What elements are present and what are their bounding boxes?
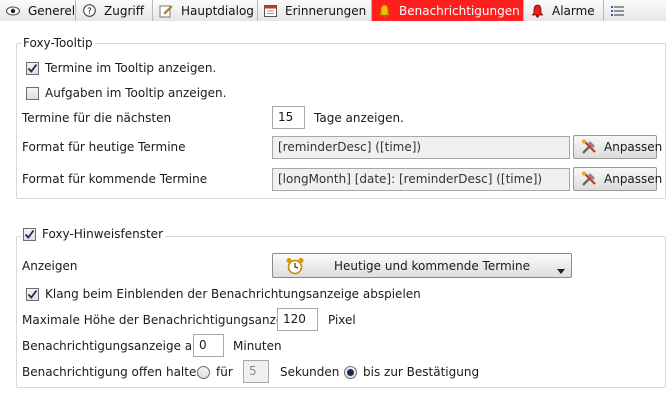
edit-icon	[159, 4, 173, 18]
tab-label: Zugriff	[104, 3, 144, 18]
max-height-label: Maximale Höhe der Benachrichtigungsanzei…	[22, 313, 302, 327]
keep-open-until-radio[interactable]	[344, 366, 357, 379]
svg-text:?: ?	[87, 7, 92, 17]
radio-selected-dot	[347, 369, 354, 376]
button-label: Anpassen	[604, 172, 663, 186]
format-today-field[interactable]: [reminderDesc] ([time])	[272, 136, 570, 159]
checkmark-icon	[27, 289, 38, 299]
tab-zugriff[interactable]: ? Zugriff	[76, 0, 153, 21]
interval-suffix: Minuten	[233, 339, 282, 353]
days-input[interactable]: 15	[272, 106, 305, 129]
seconds-label: Sekunden	[280, 365, 340, 379]
tab-label: Benachrichtigungen	[399, 3, 520, 18]
tools-icon	[580, 138, 598, 156]
notify-enabled-checkbox[interactable]	[23, 227, 36, 241]
tab-more[interactable]	[604, 0, 666, 21]
show-dropdown-value: Heutige und kommende Termine	[334, 259, 530, 273]
tab-bar: Generelles ? Zugriff Hauptdialog Erinner…	[0, 0, 666, 21]
keep-open-label: Benachrichtigung offen halten	[22, 365, 204, 379]
eye-icon	[6, 4, 20, 18]
interval-input[interactable]: 0	[193, 334, 224, 357]
alarm-clock-icon	[285, 257, 305, 278]
tab-label: Erinnerungen	[285, 3, 367, 18]
format-upcoming-field[interactable]: [longMonth] [date]: [reminderDesc] ([tim…	[272, 168, 570, 191]
format-upcoming-customize-button[interactable]: Anpassen	[573, 167, 662, 191]
calendar-icon	[264, 4, 277, 18]
alarm-bell-icon	[530, 4, 544, 18]
tab-generelles[interactable]: Generelles	[0, 0, 92, 21]
help-icon: ?	[82, 4, 96, 18]
keep-open-for-label[interactable]: für	[216, 365, 233, 379]
sound-checkbox[interactable]	[26, 288, 39, 301]
interval-label: Benachrichtigungsanzeige alle	[22, 339, 207, 353]
max-height-suffix: Pixel	[328, 313, 356, 327]
tab-hauptdialog[interactable]: Hauptdialog	[153, 0, 258, 21]
tab-label: Hauptdialog	[181, 3, 254, 18]
tooltip-group-legend: Foxy-Tooltip	[21, 36, 95, 50]
tools-icon	[580, 170, 598, 188]
chevron-down-icon	[557, 263, 565, 277]
sound-label[interactable]: Klang beim Einblenden der Benachrichtung…	[45, 287, 421, 301]
show-appointments-label[interactable]: Termine im Tooltip anzeigen.	[45, 61, 216, 75]
checkmark-icon	[24, 229, 35, 239]
format-today-label: Format für heutige Termine	[22, 140, 186, 154]
tab-label: Alarme	[552, 3, 595, 18]
seconds-input[interactable]: 5	[243, 360, 269, 383]
tab-alarme[interactable]: Alarme	[524, 0, 604, 21]
max-height-input[interactable]: 120	[277, 308, 318, 331]
format-today-customize-button[interactable]: Anpassen	[573, 135, 662, 159]
tab-benachrichtigungen[interactable]: Benachrichtigungen	[372, 0, 524, 21]
button-label: Anpassen	[604, 140, 663, 154]
show-tasks-checkbox[interactable]	[26, 87, 39, 100]
keep-open-for-radio[interactable]	[197, 366, 210, 379]
list-icon	[610, 4, 624, 18]
show-label: Anzeigen	[22, 259, 78, 273]
format-upcoming-label: Format für kommende Termine	[22, 172, 208, 186]
days-suffix: Tage anzeigen.	[314, 111, 404, 125]
days-label: Termine für die nächsten	[22, 111, 172, 125]
show-dropdown[interactable]: Heutige und kommende Termine	[272, 253, 572, 278]
tab-erinnerungen[interactable]: Erinnerungen	[258, 0, 372, 21]
show-appointments-checkbox[interactable]	[26, 62, 39, 75]
keep-open-until-label[interactable]: bis zur Bestätigung	[363, 365, 479, 379]
bell-icon	[378, 4, 391, 18]
notify-legend-label: Foxy-Hinweisfenster	[42, 227, 164, 241]
notify-group-legend: Foxy-Hinweisfenster	[21, 227, 166, 241]
checkmark-icon	[27, 63, 38, 73]
show-tasks-label[interactable]: Aufgaben im Tooltip anzeigen.	[45, 86, 226, 100]
